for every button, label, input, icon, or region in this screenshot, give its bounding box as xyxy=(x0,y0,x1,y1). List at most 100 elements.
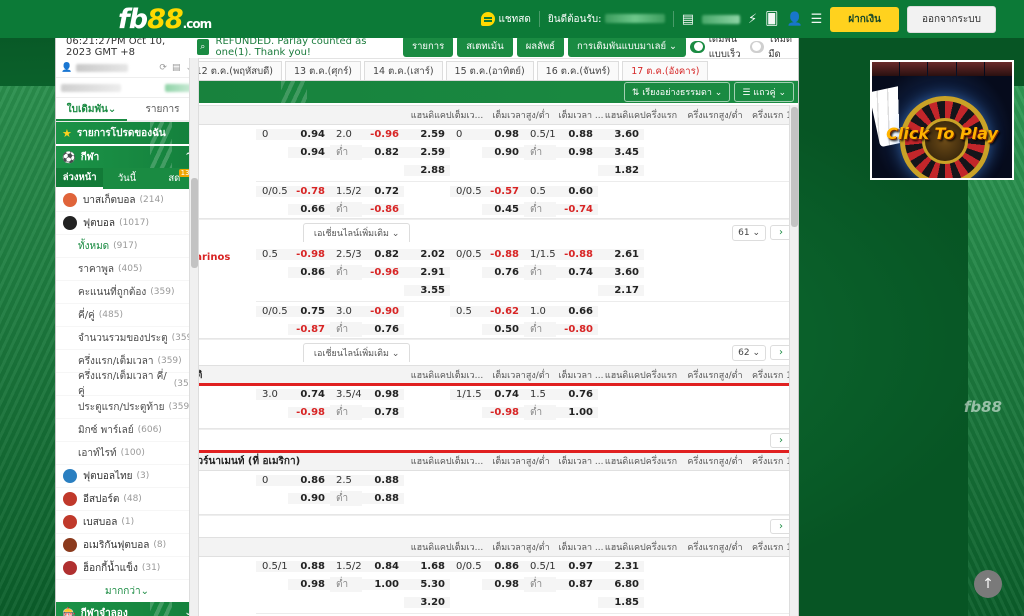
statement-icon[interactable]: ▤ xyxy=(682,13,694,26)
1x2-ft-price[interactable]: 2.88 xyxy=(404,164,450,176)
refresh-icon[interactable]: ⟳ xyxy=(159,63,167,73)
handicap-h1-price[interactable]: 0.74 xyxy=(482,388,524,400)
handicap-ft-price[interactable]: 0.88 xyxy=(288,560,330,572)
sidebar-item-esports-icon[interactable]: อีสปอร์ต (48) xyxy=(56,488,198,511)
ou-ft-line[interactable]: 3.5/4 xyxy=(330,388,362,400)
odds-row[interactable]: 0.5 -0.98 2.5/3 0.82 2.02 0/0.5 -0.88 1/1.5 -0.8… xyxy=(256,245,798,263)
ou-h1-line[interactable]: ต่ำ xyxy=(524,321,556,337)
handicap-h1-price[interactable]: 0.98 xyxy=(482,578,524,590)
handicap-ft-price[interactable]: 0.75 xyxy=(288,305,330,317)
live-chat-button[interactable]: แชทสด xyxy=(481,12,531,27)
odds-row[interactable]: 0.90 ต่ำ 0.88 xyxy=(256,489,798,507)
ou-ft-price[interactable]: 0.84 xyxy=(362,560,404,572)
logout-button[interactable]: ออกจากระบบ xyxy=(906,5,996,33)
odds-row[interactable]: 0.66 ต่ำ -0.86 0.45 ต่ำ -0.74 xyxy=(256,200,798,218)
handicap-h1-price[interactable]: 0.50 xyxy=(482,323,524,335)
1x2-ft-price[interactable]: 2.59 xyxy=(404,146,450,158)
handicap-h1-price[interactable]: -0.62 xyxy=(482,305,524,317)
1x2-h1-price[interactable]: 1.85 xyxy=(598,596,644,608)
ou-ft-line[interactable]: ต่ำ xyxy=(330,321,362,337)
handicap-h1-price[interactable]: -0.98 xyxy=(482,406,524,418)
ou-h1-price[interactable]: 0.98 xyxy=(556,146,598,158)
ou-ft-line[interactable]: ต่ำ xyxy=(330,144,362,160)
sidebar-item-baseball-icon[interactable]: เบสบอล (1) xyxy=(56,511,198,534)
handicap-h1-price[interactable]: 0.76 xyxy=(482,266,524,278)
1x2-h1-price[interactable]: 2.17 xyxy=(598,284,644,296)
date-tab[interactable]: 16 ต.ค.(จันทร์) xyxy=(536,61,620,80)
ou-ft-line[interactable]: ต่ำ xyxy=(330,576,362,592)
odds-row[interactable]: -0.87 ต่ำ 0.76 0.50 ต่ำ -0.80 xyxy=(256,320,798,338)
1x2-ft-price[interactable]: 3.20 xyxy=(404,596,450,608)
handicap-h1-price[interactable]: 0.45 xyxy=(482,203,524,215)
site-logo[interactable]: fb88.com xyxy=(118,6,212,33)
1x2-h1-price[interactable]: 1.82 xyxy=(598,164,644,176)
ou-h1-price[interactable]: 0.76 xyxy=(556,388,598,400)
sidebar-item-soccer-icon[interactable]: ฟุตบอล (1017) xyxy=(56,212,198,235)
sidebar-item-sub[interactable]: คี่/คู่ (485) xyxy=(56,304,198,327)
handicap-h1-price[interactable]: -0.88 xyxy=(482,248,524,260)
odds-row[interactable]: 2.88 1.82 xyxy=(256,161,798,179)
handicap-ft-price[interactable]: -0.78 xyxy=(288,185,330,197)
sidebar-tab[interactable]: รายการ xyxy=(127,98,198,120)
odds-row[interactable]: 0.94 ต่ำ 0.82 2.59 0.90 ต่ำ 0.98 3.45 xyxy=(256,143,798,161)
sort-button[interactable]: ⇅ เรียงอย่างธรรมดา ⌄ xyxy=(623,82,731,102)
sidebar-item-basketball-icon[interactable]: บาสเก็ตบอล (214) xyxy=(56,189,198,212)
ou-h1-price[interactable]: -0.74 xyxy=(556,203,598,215)
results-button[interactable]: ผลลัพธ์ xyxy=(516,36,564,57)
sidebar-more-button[interactable]: มากกว่า ⌄ xyxy=(56,580,198,602)
1x2-ft-price[interactable]: 5.30 xyxy=(404,578,450,590)
sidebar-item-favorites[interactable]: ★ รายการโปรดของฉัน › xyxy=(56,122,198,144)
ou-ft-line[interactable]: 1.5/2 xyxy=(330,560,362,572)
odds-row[interactable]: 0 0.86 2.5 0.88 xyxy=(256,471,798,489)
ou-h1-price[interactable]: 0.66 xyxy=(556,305,598,317)
handicap-ft-price[interactable]: 0.86 xyxy=(288,474,330,486)
list-icon[interactable]: ☰ xyxy=(811,13,823,26)
ou-h1-price[interactable]: 1.00 xyxy=(556,406,598,418)
odds-row[interactable]: 0/0.5 0.75 3.0 -0.90 0.5 -0.62 1.0 0.66 xyxy=(256,302,798,320)
ou-ft-price[interactable]: 0.72 xyxy=(362,185,404,197)
ou-ft-price[interactable]: 0.88 xyxy=(362,474,404,486)
date-tab[interactable]: 15 ต.ค.(อาทิตย์) xyxy=(445,61,534,80)
ou-ft-line[interactable]: ต่ำ xyxy=(330,201,362,217)
main-scrollbar[interactable] xyxy=(789,105,798,616)
handicap-ft-price[interactable]: -0.98 xyxy=(288,248,330,260)
ou-ft-line[interactable]: ต่ำ xyxy=(330,490,362,506)
handicap-ft-price[interactable]: 0.90 xyxy=(288,492,330,504)
more-asian-lines-button[interactable]: เอเชี่ยนไลน์เพิ่มเติม ⌄ xyxy=(302,223,411,242)
extra-markets-count[interactable]: 62 ⌄ xyxy=(732,344,766,361)
bets-button[interactable]: รายการ xyxy=(403,36,454,57)
odds-row[interactable]: 0.98 ต่ำ 1.00 5.30 0.98 ต่ำ 0.87 6.80 xyxy=(256,575,798,593)
handicap-ft-price[interactable]: 0.94 xyxy=(288,146,330,158)
ou-ft-price[interactable]: 1.00 xyxy=(362,578,404,590)
ou-h1-line[interactable]: 1.5 xyxy=(524,388,556,400)
ou-ft-price[interactable]: 0.82 xyxy=(362,248,404,260)
sidebar-subtab[interactable]: วันนี้ xyxy=(103,168,150,189)
ou-ft-price[interactable]: 0.88 xyxy=(362,492,404,504)
ou-h1-line[interactable]: 0.5 xyxy=(524,185,556,197)
handicap-h1-line[interactable]: 1/1.5 xyxy=(450,388,482,400)
handicap-h1-price[interactable]: 0.90 xyxy=(482,146,524,158)
scroll-to-top-button[interactable]: ↑ xyxy=(974,570,1002,598)
handicap-ft-line[interactable]: 0 xyxy=(256,474,288,486)
sidebar-item-hockey-icon[interactable]: ฮ็อกกี้น้ำแข็ง (31) xyxy=(56,557,198,580)
ou-ft-line[interactable]: 2.0 xyxy=(330,128,362,140)
ou-h1-price[interactable]: 0.74 xyxy=(556,266,598,278)
statement-button[interactable]: สเตทเม้น xyxy=(457,36,513,57)
handicap-ft-price[interactable]: 0.86 xyxy=(288,266,330,278)
handicap-ft-line[interactable]: 3.0 xyxy=(256,388,288,400)
1x2-h1-price[interactable]: 2.61 xyxy=(598,248,644,260)
deposit-button[interactable]: ฝากเงิน xyxy=(830,6,899,32)
sidebar-item-sub[interactable]: เอาท์ไรท์ (100) xyxy=(56,442,198,465)
odds-row[interactable]: 0.86 ต่ำ -0.96 2.91 0.76 ต่ำ 0.74 3.60 xyxy=(256,263,798,281)
1x2-h1-price[interactable]: 2.31 xyxy=(598,560,644,572)
handicap-ft-price[interactable]: 0.94 xyxy=(288,128,330,140)
handicap-h1-line[interactable]: 0/0.5 xyxy=(450,248,482,260)
ou-ft-price[interactable]: -0.90 xyxy=(362,305,404,317)
ou-h1-line[interactable]: 0.5/1 xyxy=(524,560,556,572)
handicap-h1-line[interactable]: 0/0.5 xyxy=(450,560,482,572)
ou-h1-line[interactable]: ต่ำ xyxy=(524,576,556,592)
ou-ft-price[interactable]: -0.86 xyxy=(362,203,404,215)
ou-ft-price[interactable]: -0.96 xyxy=(362,128,404,140)
sidebar-subtab[interactable]: ล่วงหน้า xyxy=(56,168,104,189)
date-tab[interactable]: 13 ต.ค.(ศุกร์) xyxy=(284,61,361,80)
